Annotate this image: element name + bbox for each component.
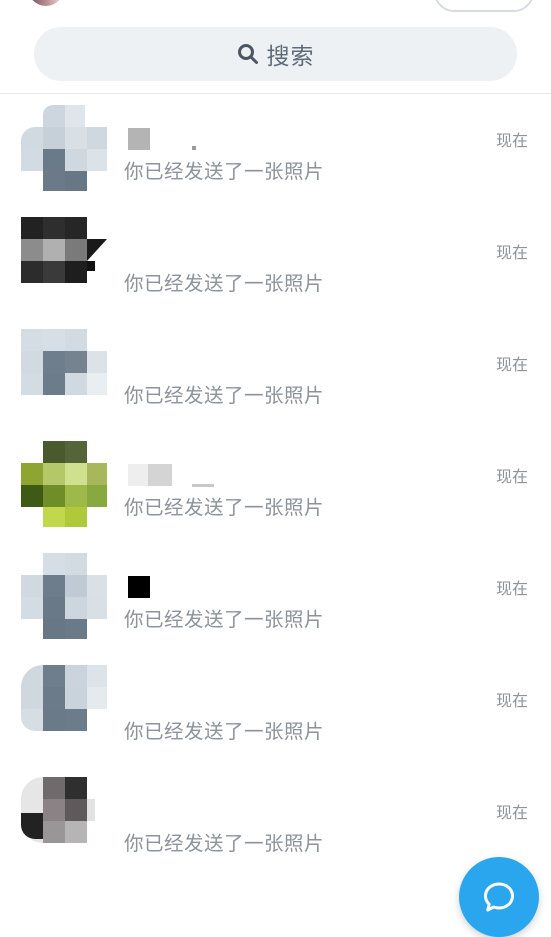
avatar [21,217,107,303]
message-preview: 你已经发送了一张照片 [124,832,325,855]
avatar [21,665,107,751]
avatar [21,777,107,863]
new-message-button[interactable] [459,857,539,937]
timestamp: 现在 [495,691,528,710]
message-preview: 你已经发送了一张照片 [124,384,325,407]
avatar [21,329,107,415]
profile-avatar[interactable] [28,0,64,6]
conversation-item[interactable]: 你已经发送了一张照片 现在 [0,430,551,542]
conversation-item[interactable]: 你已经发送了一张照片 现在 [0,94,551,206]
conversation-item[interactable]: 你已经发送了一张照片 现在 [0,542,551,654]
timestamp: 现在 [495,131,528,150]
search-bar[interactable]: 搜索 [34,27,517,81]
search-label: 搜索 [266,44,315,70]
message-preview: 你已经发送了一张照片 [124,720,325,743]
timestamp: 现在 [495,243,528,262]
timestamp: 现在 [495,803,528,822]
avatar [21,441,107,527]
message-preview: 你已经发送了一张照片 [124,608,325,631]
message-preview: 你已经发送了一张照片 [124,496,325,519]
timestamp: 现在 [495,579,528,598]
timestamp: 现在 [495,467,528,486]
message-preview: 你已经发送了一张照片 [124,272,325,295]
conversation-list: 你已经发送了一张照片 现在 你已经发送了一张照片 现在 你已经发送了一张照片 现… [0,94,551,878]
avatar [21,105,107,191]
avatar [21,553,107,639]
timestamp: 现在 [495,355,528,374]
conversation-item[interactable]: 你已经发送了一张照片 现在 [0,654,551,766]
conversation-item[interactable]: 你已经发送了一张照片 现在 [0,206,551,318]
search-icon [237,43,259,65]
message-preview: 你已经发送了一张照片 [124,160,325,183]
header-action-button[interactable] [434,0,534,12]
conversation-item[interactable]: 你已经发送了一张照片 现在 [0,318,551,430]
conversation-item[interactable]: 你已经发送了一张照片 现在 [0,766,551,878]
